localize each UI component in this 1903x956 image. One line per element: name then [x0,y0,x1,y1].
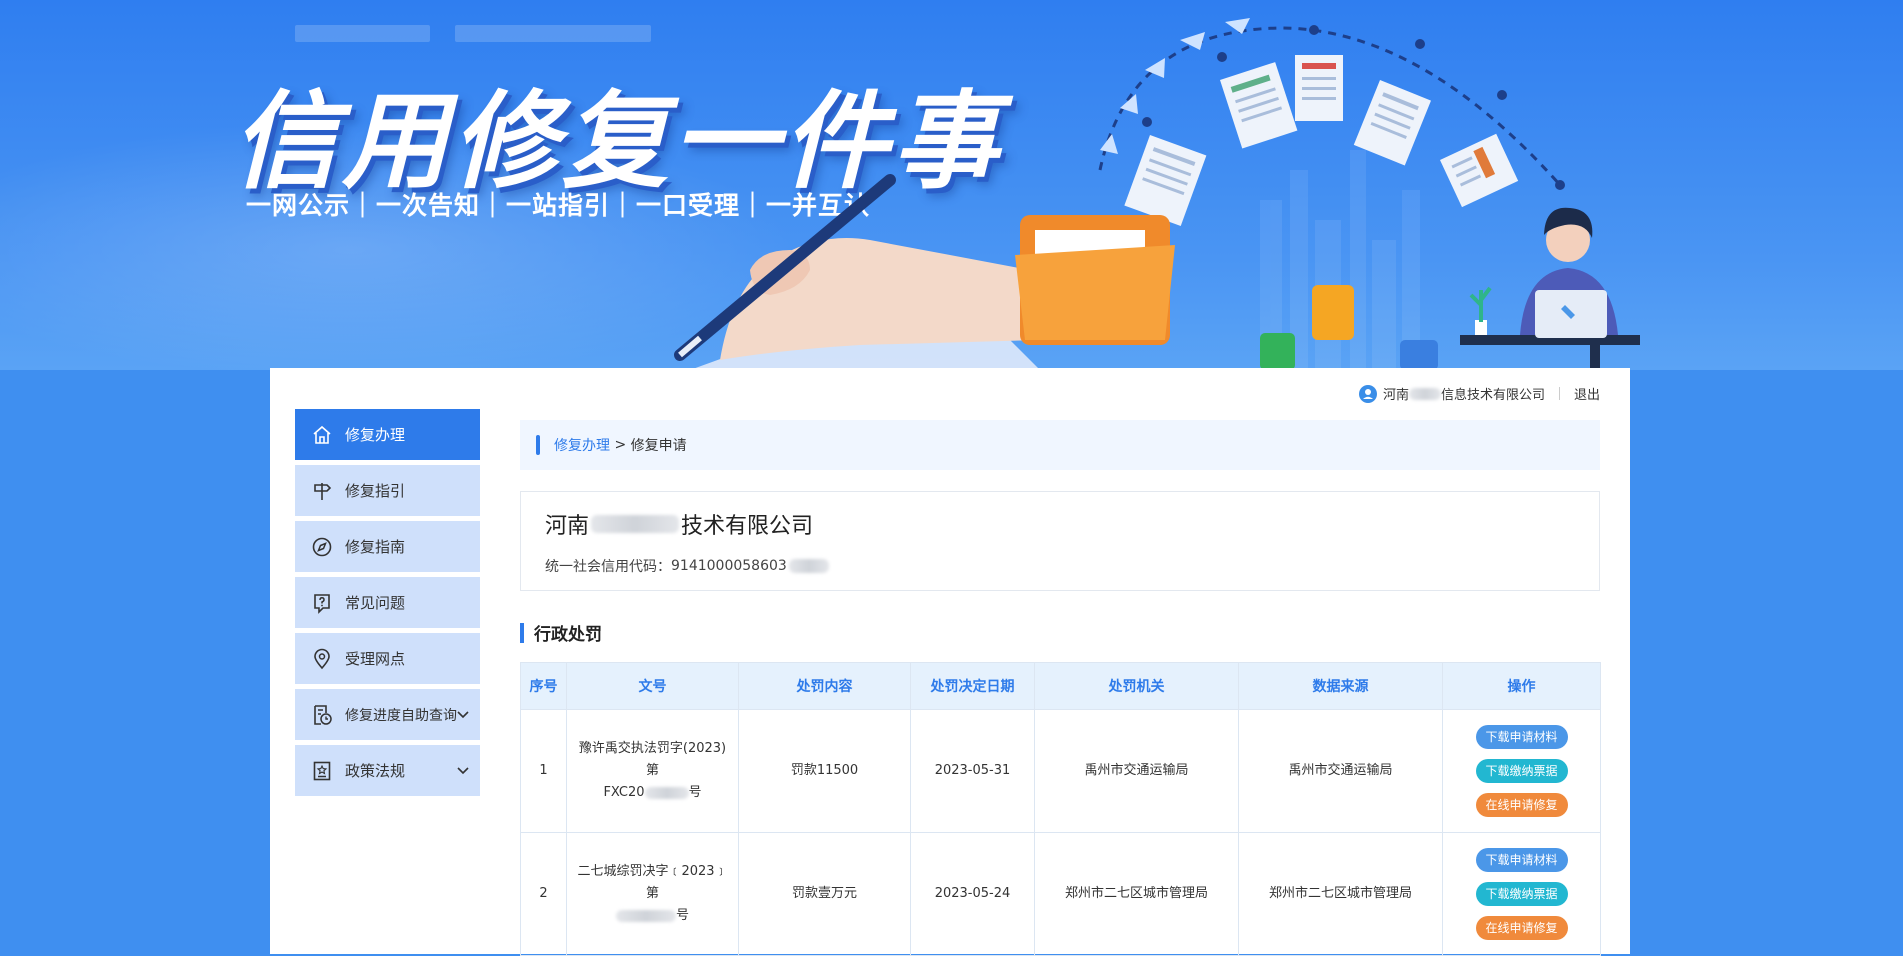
doc-number-prefix: FXC20 [603,785,645,800]
sidebar-item-repair-handling[interactable]: 修复办理 [295,409,480,460]
breadcrumb-link-repair-handling[interactable]: 修复办理 [554,435,610,455]
sidebar-item-label: 修复指引 [345,482,406,500]
doc-number-suffix: 号 [675,908,689,923]
hero-banner: 信用修复一件事 一网公示｜一次告知｜一站指引｜一口受理｜一并互认 [0,0,1903,370]
doc-number-suffix: 号 [688,785,702,800]
penalty-table: 序号 文号 处罚内容 处罚决定日期 处罚机关 数据来源 操作 1 豫许禹交执法罚… [520,662,1601,956]
cell-authority: 郑州市二七区城市管理局 [1034,832,1239,956]
cell-actions: 下载申请材料 下载缴纳票据 在线申请修复 [1442,709,1601,833]
chevron-down-icon [457,767,469,775]
download-materials-button[interactable]: 下载申请材料 [1475,725,1568,749]
cell-content: 罚款11500 [738,709,911,833]
redacted-mask [1408,387,1441,400]
sidebar-item-faq[interactable]: 常见问题 [295,577,480,628]
sidebar-item-label: 常见问题 [345,594,406,612]
doc-number-line: FXC20 号 [573,782,732,804]
sidebar-nav: 修复办理 修复指引 修复指南 常见问题 受理网点 修复进度自助查询 政策法规 [295,409,480,801]
sidebar-item-repair-guide[interactable]: 修复指引 [295,465,480,516]
redacted-mask [615,909,676,922]
redacted-mask [591,515,680,533]
column-header: 文号 [566,662,739,710]
section-title: 行政处罚 [520,620,602,645]
column-header: 处罚内容 [738,662,911,710]
redacted-mask [788,559,829,573]
breadcrumb-marker [536,435,540,455]
banner-decor-bar [455,25,651,42]
cell-source: 郑州市二七区城市管理局 [1238,832,1443,956]
column-header: 处罚机关 [1034,662,1239,710]
cell-date: 2023-05-24 [910,832,1035,956]
user-company-prefix: 河南 [1382,388,1409,403]
user-avatar-icon [1358,384,1377,403]
breadcrumb-separator: > [610,437,631,453]
download-receipt-button[interactable]: 下载缴纳票据 [1475,759,1568,783]
sidebar-item-repair-manual[interactable]: 修复指南 [295,521,480,572]
main-card: 河南 信息技术有限公司 退出 修复办理 修复指引 修复指南 常见问题 受理网点 … [270,368,1630,956]
sidebar-item-policies[interactable]: 政策法规 [295,745,480,796]
cell-date: 2023-05-31 [910,709,1035,833]
breadcrumb: 修复办理 > 修复申请 [520,420,1600,470]
cell-doc-number: 二七城综罚决字﹝2023﹞第 号 [566,832,739,956]
cell-authority: 禹州市交通运输局 [1034,709,1239,833]
sidebar-item-progress-query[interactable]: 修复进度自助查询 [295,689,480,740]
company-name: 河南 技术有限公司 [545,508,1575,540]
redacted-mask [644,786,689,799]
apply-online-button[interactable]: 在线申请修复 [1475,793,1568,817]
cell-doc-number: 豫许禹交执法罚字(2023)第 FXC20 号 [566,709,739,833]
progress-query-icon [314,704,332,725]
doc-number-line: 豫许禹交执法罚字(2023)第 [578,741,727,778]
table-header-row: 序号 文号 处罚内容 处罚决定日期 处罚机关 数据来源 操作 [520,662,1601,710]
policy-icon [313,761,331,780]
divider [1558,387,1560,400]
apply-online-button[interactable]: 在线申请修复 [1475,916,1568,940]
logout-link[interactable]: 退出 [1574,384,1600,403]
column-header: 序号 [520,662,567,710]
sidebar-item-label: 受理网点 [345,650,406,668]
company-info-box: 河南 技术有限公司 统一社会信用代码： 9141000058603 [520,491,1600,591]
table-row: 2 二七城综罚决字﹝2023﹞第 号 罚款壹万元 2023-05-24 郑州市二… [520,832,1601,956]
credit-code-row: 统一社会信用代码： 9141000058603 [545,556,1575,576]
company-name-prefix: 河南 [545,514,590,539]
cell-index: 1 [520,709,567,833]
credit-code-label: 统一社会信用代码： [545,559,671,575]
cell-actions: 下载申请材料 下载缴纳票据 在线申请修复 [1442,832,1601,956]
sidebar-item-service-points[interactable]: 受理网点 [295,633,480,684]
company-name-suffix: 技术有限公司 [681,514,814,539]
location-pin-icon [314,648,330,669]
doc-number-line: 号 [573,905,732,927]
sidebar-item-label: 政策法规 [345,762,406,780]
section-title-text: 行政处罚 [534,625,602,645]
column-header: 操作 [1442,662,1601,710]
column-header: 处罚决定日期 [910,662,1035,710]
chevron-down-icon [457,711,469,719]
sidebar-item-label: 修复进度自助查询 [345,707,457,724]
sidebar-item-label: 修复指南 [345,538,406,556]
user-company-suffix: 信息技术有限公司 [1440,388,1545,403]
question-icon [314,593,330,614]
credit-code-value: 9141000058603 [671,558,787,574]
download-materials-button[interactable]: 下载申请材料 [1475,848,1568,872]
compass-icon [312,537,332,556]
user-bar: 河南 信息技术有限公司 退出 [1358,384,1600,403]
cell-source: 禹州市交通运输局 [1238,709,1443,833]
signpost-icon [314,482,332,500]
banner-decor-bar [295,25,430,42]
cell-content: 罚款壹万元 [738,832,911,956]
doc-number-line: 二七城综罚决字﹝2023﹞第 [577,864,728,901]
download-receipt-button[interactable]: 下载缴纳票据 [1475,882,1568,906]
column-header: 数据来源 [1238,662,1443,710]
section-marker [520,622,524,643]
cell-index: 2 [520,832,567,956]
banner-illustration [674,18,1640,370]
breadcrumb-current: 修复申请 [630,438,687,454]
table-row: 1 豫许禹交执法罚字(2023)第 FXC20 号 罚款11500 2023-05… [520,709,1601,833]
sidebar-item-label: 修复办理 [345,426,406,444]
home-icon [313,425,331,444]
